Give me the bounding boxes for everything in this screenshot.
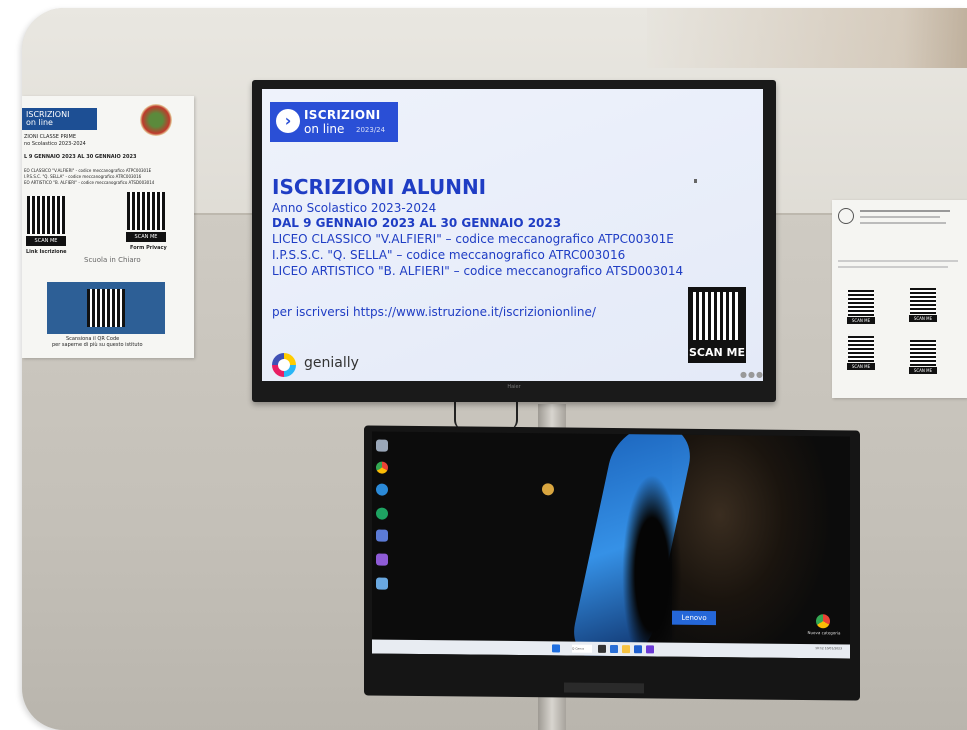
edge-green-icon[interactable] (376, 507, 388, 520)
iscrizioni-badge: › ISCRIZIONI on line 2023/24 (270, 102, 398, 142)
poster-left-line1: EO CLASSICO "V.ALFIERI" - codice meccano… (24, 168, 152, 173)
qr-code-icon (87, 289, 125, 327)
edge-icon[interactable] (376, 483, 388, 496)
qr-code-icon (910, 340, 936, 366)
monitor-screen: Lenovo Nuova categoria Q Cerca 10:12 10/… (372, 431, 850, 659)
user-folder-icon[interactable] (542, 483, 554, 496)
poster-left-line2: I.P.S.S.C. "Q. SELLA" - codice meccanogr… (24, 174, 142, 179)
chrome-icon[interactable] (816, 614, 830, 629)
purple-app-icon[interactable] (376, 553, 388, 566)
store-icon[interactable] (634, 645, 642, 654)
poster-left-scan-left: SCAN ME (26, 236, 66, 246)
poster-right-scan3: SCAN ME (847, 363, 875, 370)
task-view-icon[interactable] (598, 644, 606, 653)
recycle-bin-icon[interactable] (376, 439, 388, 452)
badge-year: 2023/24 (356, 126, 386, 134)
mouse-pointer-icon (694, 179, 697, 183)
wallpaper-shadow (622, 474, 682, 659)
edge-taskbar-icon[interactable] (610, 644, 618, 654)
poster-left-line3: EO ARTISTICO "B. ALFIERI" - codice mecca… (24, 180, 155, 185)
tv-link: per iscriversi https://www.istruzione.it… (272, 305, 596, 319)
school-crest-icon (140, 104, 172, 136)
poster-left-sub: ZIONI CLASSE PRIME (24, 134, 76, 140)
chevron-right-icon: › (276, 109, 300, 133)
emblem-icon (838, 208, 854, 224)
poster-left-scan-right: SCAN ME (126, 232, 166, 242)
tv-qr-block: SCAN ME (688, 287, 746, 363)
tv-school2: I.P.S.S.C. "Q. SELLA" – codice meccanogr… (272, 248, 626, 262)
poster-right-scan1: SCAN ME (847, 317, 875, 324)
wall-tv: › ISCRIZIONI on line 2023/24 ISCRIZIONI … (252, 80, 776, 402)
genially-wordmark: genially (304, 355, 359, 371)
genially-logo-icon (272, 353, 296, 377)
chrome-label: Nuova categoria (807, 630, 841, 636)
badge-line2: on line (304, 122, 345, 136)
tv-year: Anno Scolastico 2023-2024 (272, 201, 437, 215)
slide-dots-icon: ●●● (740, 370, 763, 379)
qr-code-icon (848, 336, 874, 362)
desk-monitor: Lenovo Nuova categoria Q Cerca 10:12 10/… (364, 425, 860, 701)
qr-code-icon (693, 292, 741, 340)
lenovo-label: Lenovo (672, 610, 716, 626)
tv-school3: LICEO ARTISTICO "B. ALFIERI" – codice me… (272, 264, 684, 278)
taskbar-clock: 10:12 10/01/2023 (815, 646, 842, 651)
start-icon[interactable] (552, 644, 560, 653)
poster-left-sub2: no Scolastico 2023-2024 (24, 141, 86, 147)
poster-right-scan4: SCAN ME (909, 367, 937, 374)
poster-left-qr-panel (47, 282, 165, 334)
taskbar-search[interactable]: Q Cerca (572, 644, 592, 653)
tv-title: ISCRIZIONI ALUNNI (272, 175, 487, 199)
teams-icon[interactable] (646, 645, 654, 654)
background-corner (647, 8, 967, 68)
folder-shortcut-icon[interactable] (376, 577, 388, 590)
qr-code-icon (848, 290, 874, 316)
poster-left-header: ISCRIZIONI on line (22, 108, 97, 130)
qr-code-icon (910, 288, 936, 314)
badge-line1: ISCRIZIONI (304, 108, 381, 122)
app-shortcut-icon[interactable] (376, 529, 388, 542)
poster-left: ISCRIZIONI on line ZIONI CLASSE PRIME no… (22, 96, 194, 358)
monitor-chin (564, 682, 644, 694)
photo-frame: ISCRIZIONI on line ZIONI CLASSE PRIME no… (22, 8, 967, 730)
tv-school1: LICEO CLASSICO "V.ALFIERI" – codice mecc… (272, 232, 674, 246)
tv-dates: DAL 9 GENNAIO 2023 AL 30 GENNAIO 2023 (272, 216, 562, 230)
poster-left-bottom2: per saperne di più su questo istituto (52, 342, 143, 348)
poster-left-header-line2: on line (26, 118, 53, 127)
poster-left-caption-right: Form Privacy (130, 245, 167, 251)
tv-screen: › ISCRIZIONI on line 2023/24 ISCRIZIONI … (262, 89, 763, 381)
tv-qr-label: SCAN ME (688, 346, 745, 359)
poster-left-caption-left: Link Iscrizione (26, 249, 67, 255)
qr-code-icon (27, 196, 65, 234)
poster-right: SCAN ME SCAN ME SCAN ME SCAN ME (832, 200, 967, 398)
poster-right-scan2: SCAN ME (909, 315, 937, 322)
qr-code-icon (127, 192, 165, 230)
poster-left-scuola: Scuola in Chiaro (84, 256, 141, 264)
explorer-icon[interactable] (622, 645, 630, 654)
chrome-desktop-icon[interactable] (376, 461, 388, 474)
tv-brand: Haier (507, 384, 521, 390)
poster-left-dates: L 9 GENNAIO 2023 AL 30 GENNAIO 2023 (24, 154, 137, 160)
